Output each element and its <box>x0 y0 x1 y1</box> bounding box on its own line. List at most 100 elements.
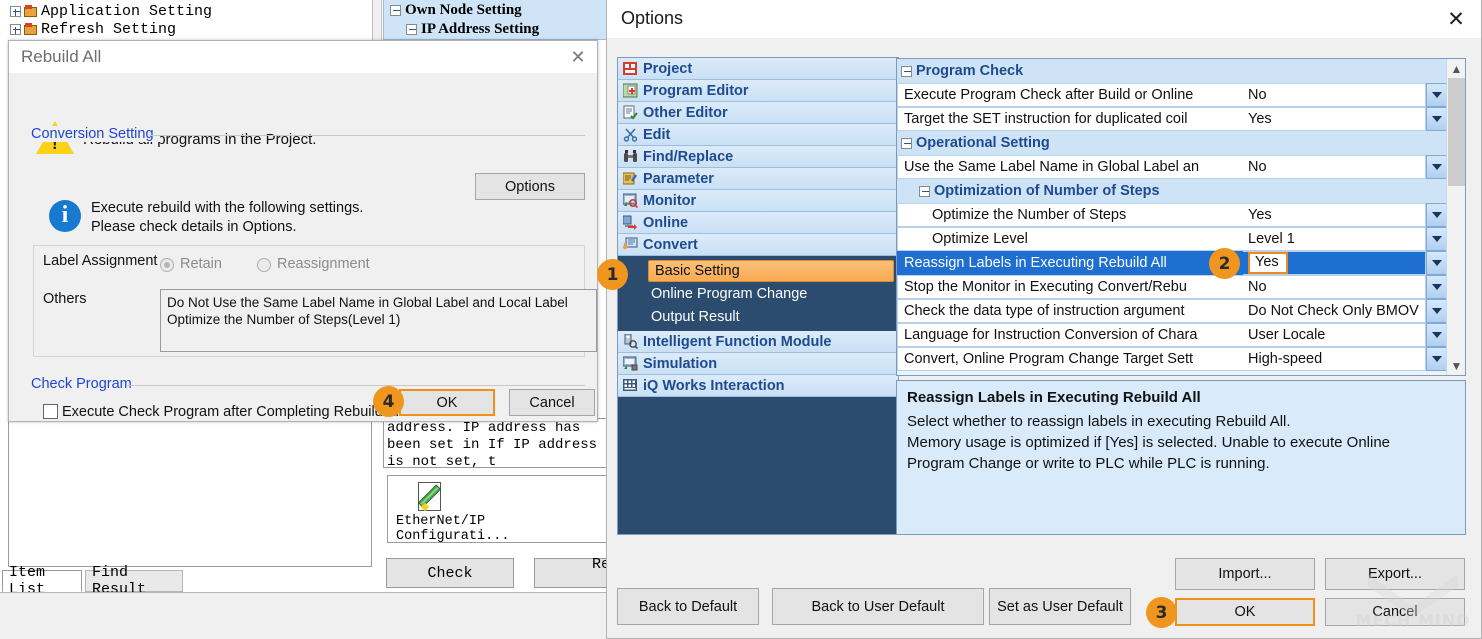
scissors-icon <box>623 127 638 142</box>
expander-minus-icon[interactable] <box>901 137 912 149</box>
close-icon[interactable]: ✕ <box>565 46 591 68</box>
parameter-icon <box>622 171 638 186</box>
import-button[interactable]: Import... <box>1175 558 1315 590</box>
category-simulation[interactable]: Simulation <box>618 353 898 375</box>
grid-row-value[interactable]: User Locale <box>1243 323 1426 347</box>
back-to-user-default-button[interactable]: Back to User Default <box>772 588 984 625</box>
execute-check-program-checkbox[interactable] <box>43 404 58 419</box>
options-cancel-button[interactable]: Cancel <box>1325 598 1465 626</box>
grid-row-name: Reassign Labels in Executing Rebuild All <box>897 251 1243 275</box>
category-output-result[interactable]: Output Result <box>618 305 898 328</box>
table-row[interactable]: Language for Instruction Conversion of C… <box>897 323 1448 347</box>
grid-row-value[interactable]: Yes <box>1243 203 1426 227</box>
tree-item-own-node-setting[interactable]: Own Node Setting <box>390 2 522 19</box>
expander-plus-icon[interactable] <box>10 5 21 17</box>
category-edit[interactable]: Edit <box>618 124 898 146</box>
tree-item-label: IP Address Setting <box>421 21 540 37</box>
category-iq-works-interaction[interactable]: iQ Works Interaction <box>618 375 898 397</box>
set-as-user-default-button[interactable]: Set as User Default <box>989 588 1131 625</box>
panel-splitter[interactable] <box>372 0 382 40</box>
category-program-editor[interactable]: Program Editor <box>618 80 898 102</box>
category-label: Edit <box>643 126 671 143</box>
grid-scrollbar[interactable]: ▲ ▼ <box>1446 59 1465 375</box>
grid-row-value[interactable]: No <box>1243 83 1426 107</box>
annotation-marker-4: 4 <box>373 386 404 417</box>
category-project[interactable]: Project <box>618 58 898 80</box>
grid-row-value[interactable]: Do Not Check Only BMOV <box>1243 299 1426 323</box>
table-row[interactable]: Optimize the Number of Steps Yes <box>897 203 1448 227</box>
grid-row-value[interactable]: Yes <box>1243 107 1426 131</box>
category-label: Basic Setting <box>655 263 740 279</box>
program-editor-icon <box>622 83 638 98</box>
category-convert[interactable]: Convert <box>618 234 898 256</box>
back-to-default-button[interactable]: Back to Default <box>617 588 759 625</box>
rebuild-ok-button[interactable]: OK <box>399 389 495 416</box>
rebuild-info-line1: Execute rebuild with the following setti… <box>91 200 364 216</box>
expander-minus-icon[interactable] <box>406 24 417 35</box>
table-row[interactable]: Convert, Online Program Change Target Se… <box>897 347 1448 371</box>
table-row[interactable]: Optimize Level Level 1 <box>897 227 1448 251</box>
description-line1: Select whether to reassign labels in exe… <box>907 413 1291 430</box>
chevron-down-icon[interactable] <box>1426 227 1448 251</box>
category-online[interactable]: Online <box>618 212 898 234</box>
tree-item-ip-address-setting[interactable]: IP Address Setting <box>406 21 539 38</box>
chevron-down-icon[interactable] <box>1426 155 1448 179</box>
table-row[interactable]: Check the data type of instruction argum… <box>897 299 1448 323</box>
background-file-list[interactable]: EtherNet/IP Configurati... <box>387 475 609 544</box>
chevron-down-icon[interactable] <box>1426 83 1448 107</box>
tree-item-refresh-setting[interactable]: Refresh Setting <box>10 20 176 38</box>
chevron-down-icon[interactable] <box>1426 299 1448 323</box>
chevron-down-icon[interactable] <box>1426 107 1448 131</box>
tree-item-application-setting[interactable]: Application Setting <box>10 2 212 20</box>
options-titlebar[interactable]: Options ✕ <box>607 0 1481 38</box>
close-icon[interactable]: ✕ <box>1441 6 1471 32</box>
table-row[interactable]: Stop the Monitor in Executing Convert/Re… <box>897 275 1448 299</box>
category-basic-setting[interactable]: Basic Setting <box>648 260 894 282</box>
annotation-marker-1: 1 <box>597 259 628 290</box>
options-button[interactable]: Options <box>475 173 585 200</box>
category-online-program-change[interactable]: Online Program Change <box>618 282 898 305</box>
table-row[interactable]: Target the SET instruction for duplicate… <box>897 107 1448 131</box>
tab-find-result[interactable]: Find Result <box>85 564 183 598</box>
table-row[interactable]: Execute Program Check after Build or Onl… <box>897 83 1448 107</box>
chevron-down-icon[interactable] <box>1426 203 1448 227</box>
chevron-down-icon[interactable] <box>1426 323 1448 347</box>
rebuild-all-titlebar[interactable]: Rebuild All ✕ <box>9 41 597 73</box>
expander-minus-icon[interactable] <box>390 5 401 16</box>
rebuild-cancel-button[interactable]: Cancel <box>509 389 595 416</box>
grid-row-value[interactable]: Level 1 <box>1243 227 1426 251</box>
category-other-editor[interactable]: Other Editor <box>618 102 898 124</box>
description-body: Select whether to reassign labels in exe… <box>907 411 1455 474</box>
expander-minus-icon[interactable] <box>901 65 912 77</box>
category-parameter[interactable]: Parameter <box>618 168 898 190</box>
table-row[interactable]: Use the Same Label Name in Global Label … <box>897 155 1448 179</box>
chevron-down-icon[interactable] <box>1426 275 1448 299</box>
export-button[interactable]: Export... <box>1325 558 1465 590</box>
category-find-replace[interactable]: Find/Replace <box>618 146 898 168</box>
description-line3: Program Change or write to PLC while PLC… <box>907 455 1270 472</box>
grid-row-value[interactable]: High-speed <box>1243 347 1426 371</box>
scroll-down-icon[interactable]: ▼ <box>1447 356 1465 375</box>
grid-row-value-editor[interactable]: Yes <box>1248 252 1288 274</box>
options-title: Options <box>621 8 684 28</box>
category-label: Simulation <box>643 355 718 372</box>
grid-row-value[interactable]: Yes <box>1243 251 1426 275</box>
radio-retain[interactable] <box>160 258 174 272</box>
category-monitor[interactable]: Monitor <box>618 190 898 212</box>
grid-row-value[interactable]: No <box>1243 155 1426 179</box>
expander-plus-icon[interactable] <box>10 23 21 35</box>
scroll-up-icon[interactable]: ▲ <box>1447 59 1465 78</box>
chevron-down-icon[interactable] <box>1426 347 1448 371</box>
table-row-selected[interactable]: Reassign Labels in Executing Rebuild All… <box>897 251 1448 275</box>
options-ok-button[interactable]: OK <box>1175 598 1315 626</box>
scrollbar-thumb[interactable] <box>1448 78 1465 186</box>
grid-row-value[interactable]: No <box>1243 275 1426 299</box>
category-intelligent-function-module[interactable]: Intelligent Function Module <box>618 331 898 353</box>
tab-item-list[interactable]: Item List <box>2 564 82 598</box>
rebuild-all-title: Rebuild All <box>21 47 102 66</box>
category-label: Project <box>643 60 693 77</box>
chevron-down-icon[interactable] <box>1426 251 1448 275</box>
radio-reassignment[interactable] <box>257 258 271 272</box>
status-strip <box>0 592 606 639</box>
expander-minus-icon[interactable] <box>919 185 930 197</box>
